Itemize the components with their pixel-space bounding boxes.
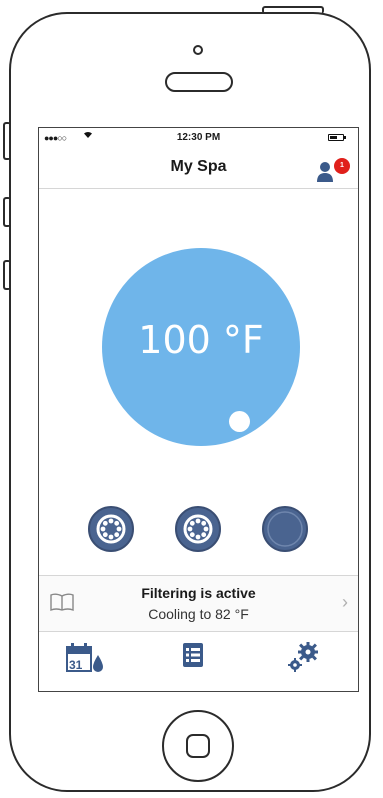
tab-bar: 31	[39, 631, 358, 691]
tab-list[interactable]	[181, 641, 221, 681]
home-button[interactable]	[162, 710, 234, 782]
temperature-slider-handle[interactable]	[229, 411, 250, 432]
battery-icon	[328, 134, 346, 141]
status-bar: ●●●○○ 12:30 PM	[39, 128, 358, 148]
home-button-square	[186, 734, 210, 758]
list-icon	[183, 643, 203, 667]
temperature-dial[interactable]: 100 °F	[102, 248, 300, 446]
tab-schedule[interactable]: 31	[65, 641, 105, 681]
page-title: My Spa	[170, 158, 227, 175]
earpiece-speaker	[165, 72, 233, 92]
status-row[interactable]: Filtering is active Cooling to 82 °F ›	[39, 575, 358, 632]
light-icon	[267, 511, 303, 547]
jet-icon	[183, 514, 213, 544]
calendar-day: 31	[69, 658, 83, 672]
jet-button-2[interactable]	[175, 506, 221, 552]
nav-bar: My Spa 1	[39, 148, 358, 189]
jet-button-1[interactable]	[88, 506, 134, 552]
notification-badge: 1	[334, 158, 350, 174]
status-title: Filtering is active	[141, 585, 256, 601]
profile-button[interactable]: 1	[316, 158, 350, 186]
light-button[interactable]	[262, 506, 308, 552]
gears-icon	[288, 642, 318, 672]
status-time: 12:30 PM	[176, 132, 221, 143]
jet-icon	[96, 514, 126, 544]
app-screen: ●●●○○ 12:30 PM My Spa 1 100 °F Filtering…	[38, 127, 359, 692]
temperature-readout: 100 °F	[138, 318, 264, 362]
tab-settings[interactable]	[286, 641, 326, 681]
front-camera	[193, 45, 203, 55]
status-subtitle: Cooling to 82 °F	[148, 606, 249, 622]
chevron-right-icon: ›	[342, 592, 348, 612]
